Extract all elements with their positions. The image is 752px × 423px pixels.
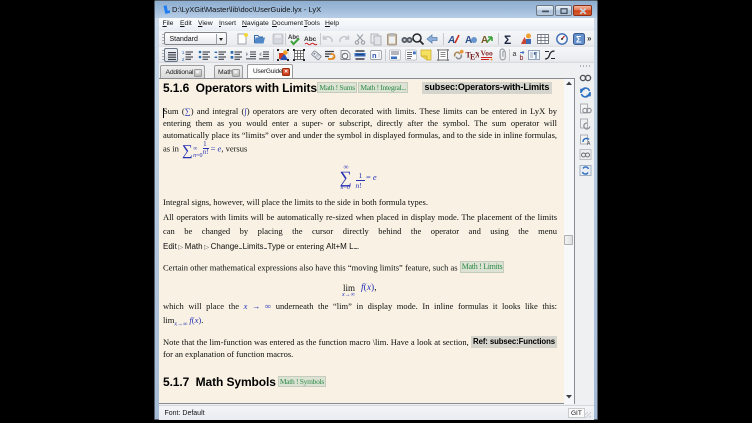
svg-text:¶: ¶: [533, 51, 537, 60]
svg-text:A: A: [447, 35, 455, 46]
svg-text:A: A: [587, 141, 591, 146]
svg-text:Voo: Voo: [480, 49, 492, 58]
svg-text:n: n: [372, 51, 377, 60]
svg-text:2: 2: [182, 57, 185, 62]
svg-text:Σ: Σ: [504, 33, 511, 46]
svg-text:A: A: [481, 35, 488, 46]
svg-text:b: b: [520, 55, 524, 62]
svg-text:Σ: Σ: [576, 35, 582, 45]
svg-text:a: a: [513, 51, 517, 58]
svg-text:TEX: TEX: [466, 51, 480, 62]
svg-text:Abc: Abc: [304, 36, 317, 43]
svg-text:1: 1: [182, 50, 185, 56]
